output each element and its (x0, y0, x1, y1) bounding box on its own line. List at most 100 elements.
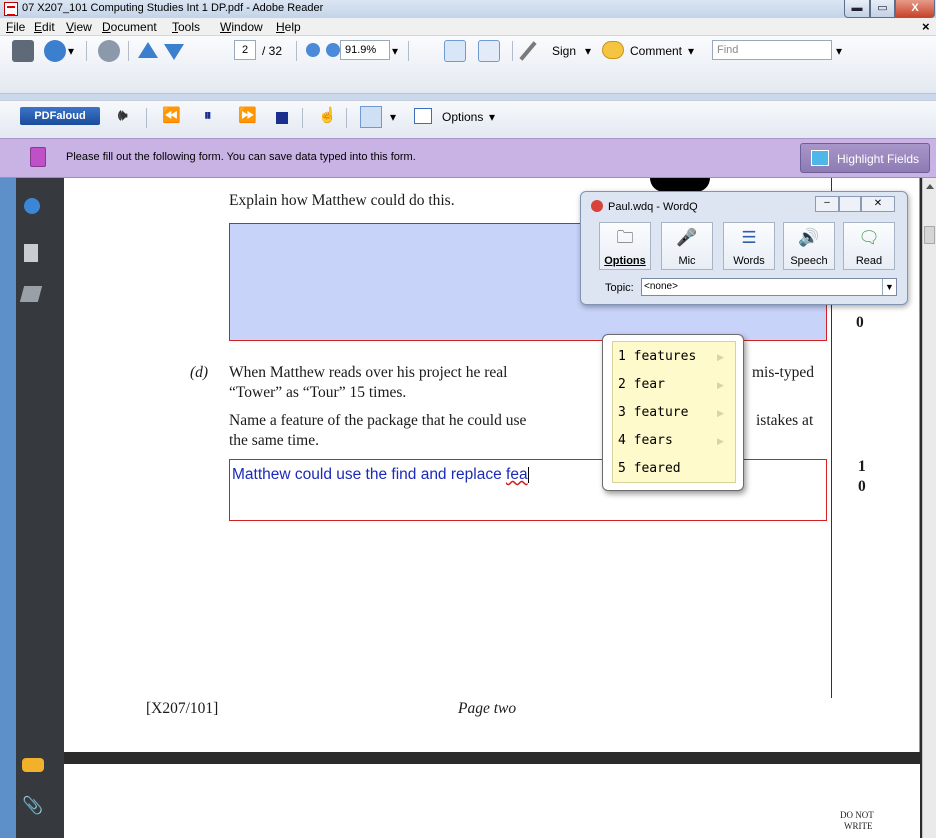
previous-page-icon[interactable] (138, 42, 158, 58)
menu-edit[interactable]: Edit (34, 20, 55, 34)
attachment-icon[interactable]: 📎 (22, 796, 43, 816)
toolbar-divider (86, 41, 87, 61)
wordq-minimize-button[interactable]: – (815, 196, 839, 212)
window-title: 07 X207_101 Computing Studies Int 1 DP.p… (22, 2, 324, 14)
margin-note-line2: WRITE (844, 821, 873, 831)
menu-window[interactable]: Window (220, 20, 263, 34)
wordq-read-button[interactable]: 🗨 Read (843, 222, 895, 270)
stop-icon[interactable] (276, 112, 288, 124)
pause-icon[interactable]: ⏸ (204, 106, 212, 126)
page-mode-icon[interactable] (360, 106, 382, 128)
wordq-topic-select[interactable]: <none> ▼ (641, 278, 897, 296)
wordq-options-button[interactable]: 🗀 Options (599, 222, 651, 270)
margin-note-line1: DO NOT (840, 810, 874, 820)
wordq-words-button[interactable]: ☰ Words (723, 222, 775, 270)
marks-c: 0 (856, 314, 864, 331)
page-graphic-fragment (650, 178, 710, 192)
zoom-out-icon[interactable] (306, 43, 320, 57)
maximize-button[interactable]: ▭ (870, 0, 895, 18)
wordq-speech-button[interactable]: 🔊 Speech (783, 222, 835, 270)
menu-help[interactable]: Help (276, 20, 301, 34)
wordq-topic-value: <none> (644, 281, 678, 292)
sign-dropdown-icon[interactable]: ▾ (585, 44, 591, 58)
full-screen-icon[interactable] (478, 40, 500, 62)
marks-d-top: 1 (858, 458, 866, 475)
wordq-words-label: Words (733, 255, 765, 267)
wordq-mic-button[interactable]: 🎤 Mic (661, 222, 713, 270)
zoom-dropdown-icon[interactable]: ▾ (392, 44, 398, 58)
comment-icon[interactable] (602, 41, 624, 59)
share-dropdown-icon[interactable]: ▾ (68, 44, 74, 58)
prediction-item[interactable]: 2 fear (618, 377, 665, 392)
title-bar: 07 X207_101 Computing Studies Int 1 DP.p… (0, 0, 936, 18)
prediction-item[interactable]: 3 feature (618, 405, 688, 420)
fit-width-icon[interactable] (444, 40, 466, 62)
wordq-options-label: Options (604, 255, 646, 267)
chevron-down-icon[interactable]: ▼ (882, 279, 896, 295)
next-page-icon[interactable] (164, 44, 184, 60)
menu-view[interactable]: View (66, 20, 92, 34)
toolbar-divider (512, 41, 513, 61)
close-button[interactable]: X (895, 0, 935, 18)
scroll-up-icon[interactable] (926, 184, 934, 189)
highlight-fields-label: Highlight Fields (837, 152, 920, 166)
page-number-field[interactable]: 2 (234, 40, 256, 60)
question-d-line4: the same time. (229, 432, 319, 449)
chevron-right-icon: ▶ (717, 408, 724, 418)
zoom-field[interactable]: 91.9% (340, 40, 390, 60)
wordq-logo-icon (591, 200, 603, 212)
question-d-line2: “Tower” as “Tour” 15 times. (229, 384, 407, 401)
footer-page: Page two (458, 700, 517, 717)
minimize-button[interactable]: ▬ (844, 0, 870, 18)
comment-dropdown-icon[interactable]: ▾ (688, 44, 694, 58)
wordq-mic-label: Mic (678, 255, 696, 267)
prediction-item[interactable]: 5 feared (618, 461, 681, 476)
prediction-item[interactable]: 1 features (618, 349, 696, 364)
chevron-right-icon: ▶ (717, 436, 724, 446)
toolbar-divider (302, 108, 303, 128)
prediction-item[interactable]: 4 fears (618, 433, 673, 448)
scrollbar-thumb[interactable] (924, 226, 935, 244)
toolbar-divider (128, 41, 129, 61)
page-total: / 32 (262, 44, 283, 58)
sign-button[interactable]: Sign (552, 44, 576, 58)
speech-bubble-icon: 🗨 (858, 228, 880, 247)
menu-file[interactable]: File (6, 20, 25, 34)
word-prediction-list: 1 features ▶ 2 fear ▶ 3 feature ▶ 4 fear… (612, 341, 736, 483)
info-icon[interactable] (24, 198, 40, 214)
text-cursor (527, 466, 529, 483)
pdf-page-next: DO NOT WRITE (64, 764, 920, 838)
wordq-maximize-button[interactable] (839, 196, 861, 212)
comments-icon[interactable] (22, 758, 44, 772)
question-d-line1a: When Matthew reads over his project he r… (229, 364, 508, 381)
pages-icon[interactable] (24, 244, 38, 262)
zoom-in-icon[interactable] (326, 43, 340, 57)
find-dropdown-icon[interactable]: ▾ (836, 44, 842, 58)
share-icon[interactable] (44, 40, 66, 62)
speaker-icon[interactable]: 🕪 (118, 106, 127, 126)
comment-button[interactable]: Comment (630, 44, 682, 58)
gear-icon[interactable] (98, 40, 120, 62)
wordq-close-button[interactable]: ✕ (861, 196, 895, 212)
wordq-speech-label: Speech (790, 255, 828, 267)
rewind-icon[interactable]: ⏪ (162, 106, 181, 126)
fast-forward-icon[interactable]: ⏩ (238, 106, 257, 126)
highlight-icon (811, 150, 829, 166)
close-document-icon[interactable]: × (922, 19, 930, 34)
options-button[interactable]: Options (442, 110, 483, 124)
list-icon: ☰ (741, 228, 757, 247)
menu-bar: File Edit View Document Tools Window Hel… (0, 18, 936, 36)
menu-document[interactable]: Document (102, 20, 157, 34)
hand-cursor-icon[interactable]: ☝ (318, 106, 337, 126)
vertical-scrollbar[interactable] (922, 178, 936, 838)
print-icon[interactable] (12, 40, 34, 62)
question-d-line3b: istakes at (756, 412, 814, 429)
options-icon[interactable] (414, 108, 432, 124)
page-mode-dropdown-icon[interactable]: ▾ (390, 110, 396, 124)
menu-tools[interactable]: Tools (172, 20, 200, 34)
options-dropdown-icon[interactable]: ▾ (489, 110, 495, 124)
highlight-fields-button[interactable]: Highlight Fields (800, 143, 930, 173)
pdfaloud-button[interactable]: PDFaloud (20, 107, 100, 125)
form-message: Please fill out the following form. You … (66, 151, 416, 163)
find-input[interactable]: Find (712, 40, 832, 60)
